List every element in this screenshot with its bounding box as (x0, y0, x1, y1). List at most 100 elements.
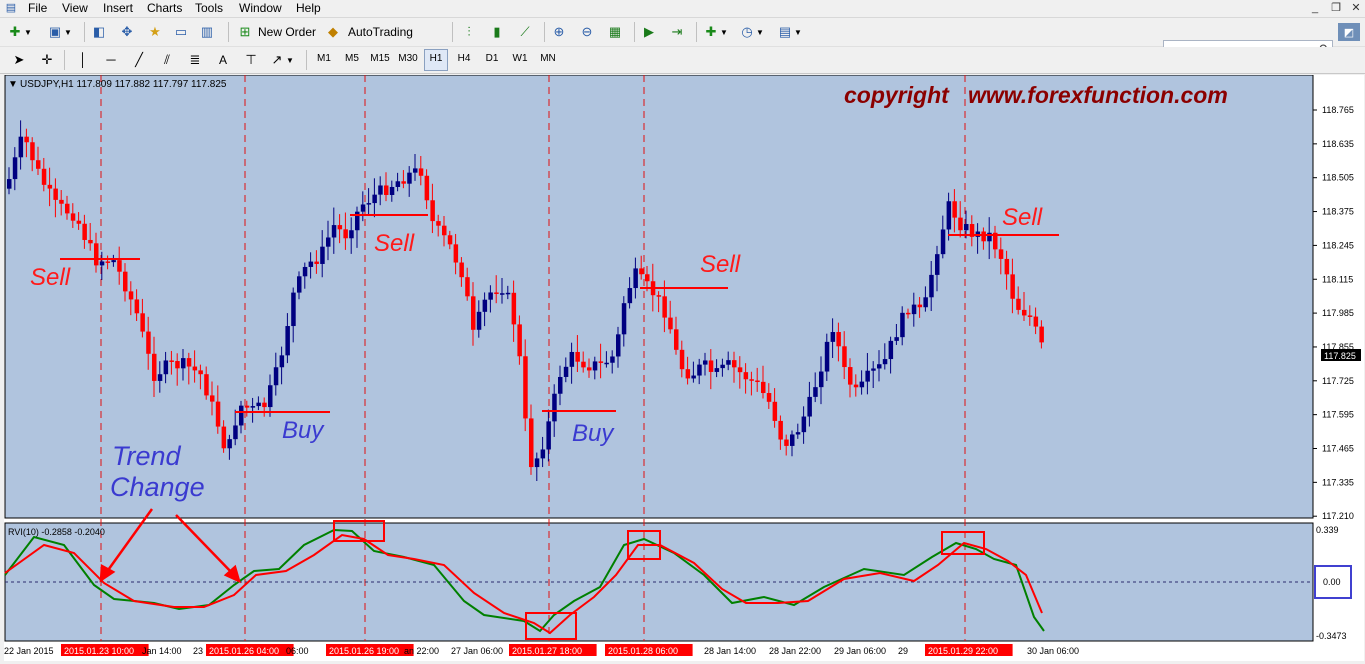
price-tick-label: 117.335 (1322, 477, 1354, 487)
text-button[interactable]: A (214, 49, 232, 71)
cursor-button[interactable]: ➤ (10, 49, 28, 71)
time-label: 22 Jan 2015 (4, 646, 54, 656)
app-icon: ▤ (5, 2, 17, 14)
chart-shift-button[interactable]: ⇥ (668, 21, 686, 43)
text-label-button[interactable]: ⊤ (242, 49, 260, 71)
candle-body (958, 217, 963, 231)
candle-body (1016, 298, 1021, 310)
close-button[interactable]: ✕ (1346, 1, 1365, 15)
price-tick-label: 118.115 (1322, 274, 1353, 284)
time-label-highlight: 2015.01.28 06:00 (608, 646, 678, 656)
candle-body (714, 368, 720, 372)
candle-body (732, 360, 737, 368)
candle-body (268, 385, 273, 408)
bar-chart-button[interactable]: ⫶ (460, 21, 478, 43)
horizontal-line-button[interactable]: ─ (102, 49, 120, 71)
tf-m30[interactable]: M30 (396, 49, 420, 69)
buy-annotation-1: Buy (282, 417, 325, 444)
tf-d1[interactable]: D1 (480, 49, 504, 69)
candle-body (761, 381, 766, 394)
zoom-out-button[interactable]: ⊖ (578, 21, 596, 43)
indicator-min-label: -0.3473 (1316, 631, 1347, 641)
terminal-button[interactable]: ▭ (172, 21, 190, 43)
templates-button[interactable]: ▤ ▼ (776, 21, 802, 43)
candle-body (82, 223, 87, 240)
new-order-button[interactable]: ⊞ New Order (236, 21, 316, 43)
symbol-arrow-icon[interactable]: ▼ (8, 79, 18, 90)
menu-view[interactable]: View (62, 1, 88, 15)
indicator-zero-label: 0.00 (1323, 577, 1341, 587)
candle-body (691, 375, 696, 379)
periods-button[interactable]: ◷ ▼ (738, 21, 764, 43)
trendline-button[interactable]: ╱ (130, 49, 148, 71)
candle-body (581, 361, 586, 368)
crosshair-button[interactable]: ✛ (38, 49, 56, 71)
candle-body (494, 292, 499, 294)
candle-body (842, 346, 847, 368)
candle-body (964, 224, 969, 231)
equidistant-channel-button[interactable]: ⫽ (158, 49, 176, 71)
terminal-icon: ▭ (174, 24, 188, 39)
candle-body (88, 239, 93, 244)
fibonacci-button[interactable]: ≣ (186, 49, 204, 71)
autotrading-label: AutoTrading (348, 25, 413, 39)
zoom-in-button[interactable]: ⊕ (550, 21, 568, 43)
notifications-button[interactable]: ◩ (1338, 23, 1360, 41)
restore-button[interactable]: ❐ (1326, 1, 1346, 15)
candle-body (181, 358, 186, 369)
candle-body (500, 293, 505, 295)
market-watch-button[interactable]: ◧ (90, 21, 108, 43)
autotrading-button[interactable]: ◆ AutoTrading (324, 21, 413, 43)
menu-help[interactable]: Help (296, 1, 321, 15)
candle-body (407, 172, 412, 184)
vertical-line-button[interactable]: │ (74, 49, 92, 71)
candle-body (790, 434, 795, 446)
strategy-tester-button[interactable]: ▥ (198, 21, 216, 43)
tf-m5[interactable]: M5 (340, 49, 364, 69)
time-label-highlight: 2015.01.29 22:00 (928, 646, 998, 656)
candle-body (778, 420, 783, 440)
candle-body (523, 356, 528, 419)
favorites-button[interactable]: ★ (146, 21, 164, 43)
new-chart-button[interactable]: ✚ ▼ (6, 21, 32, 43)
candle-body (384, 185, 389, 195)
candlestick-button[interactable]: ▮ (488, 21, 506, 43)
tf-m15[interactable]: M15 (368, 49, 392, 69)
tile-windows-button[interactable]: ▦ (606, 21, 624, 43)
tf-h1[interactable]: H1 (424, 49, 448, 71)
candle-body (465, 277, 470, 297)
chart-canvas[interactable]: ▼ USDJPY,H1 117.809 117.882 117.797 117.… (4, 74, 1364, 661)
tf-h4[interactable]: H4 (452, 49, 476, 69)
menu-window[interactable]: Window (239, 1, 282, 15)
price-tick-label: 118.635 (1322, 139, 1354, 149)
buy-annotation-2: Buy (572, 420, 615, 447)
price-tick-label: 118.375 (1322, 207, 1354, 217)
candle-body (534, 458, 540, 468)
candle-body (326, 237, 331, 247)
indicators-button[interactable]: ✚ ▼ (702, 21, 728, 43)
minimize-button[interactable]: _ (1305, 1, 1325, 15)
candle-body (929, 274, 934, 298)
menu-tools[interactable]: Tools (195, 1, 223, 15)
market-watch-icon: ◧ (92, 24, 106, 39)
candle-body (233, 425, 238, 440)
navigator-button[interactable]: ✥ (118, 21, 136, 43)
tf-m1[interactable]: M1 (312, 49, 336, 69)
menu-insert[interactable]: Insert (103, 1, 133, 15)
candle-body (708, 360, 714, 372)
candle-body (175, 361, 180, 369)
line-chart-button[interactable]: ⟋ (516, 21, 534, 43)
profiles-button[interactable]: ▣ ▼ (46, 21, 72, 43)
arrows-button[interactable]: ↗ ▼ (268, 49, 294, 71)
star-folder-icon: ★ (149, 24, 161, 39)
menu-file[interactable]: File (28, 1, 47, 15)
candle-body (587, 367, 592, 371)
auto-scroll-button[interactable]: ▶ (640, 21, 658, 43)
candle-body (871, 368, 876, 371)
tf-mn[interactable]: MN (536, 49, 560, 69)
menu-charts[interactable]: Charts (147, 1, 182, 15)
candle-body (186, 358, 192, 367)
candle-body (801, 416, 807, 433)
tf-w1[interactable]: W1 (508, 49, 532, 69)
candle-body (563, 366, 569, 377)
